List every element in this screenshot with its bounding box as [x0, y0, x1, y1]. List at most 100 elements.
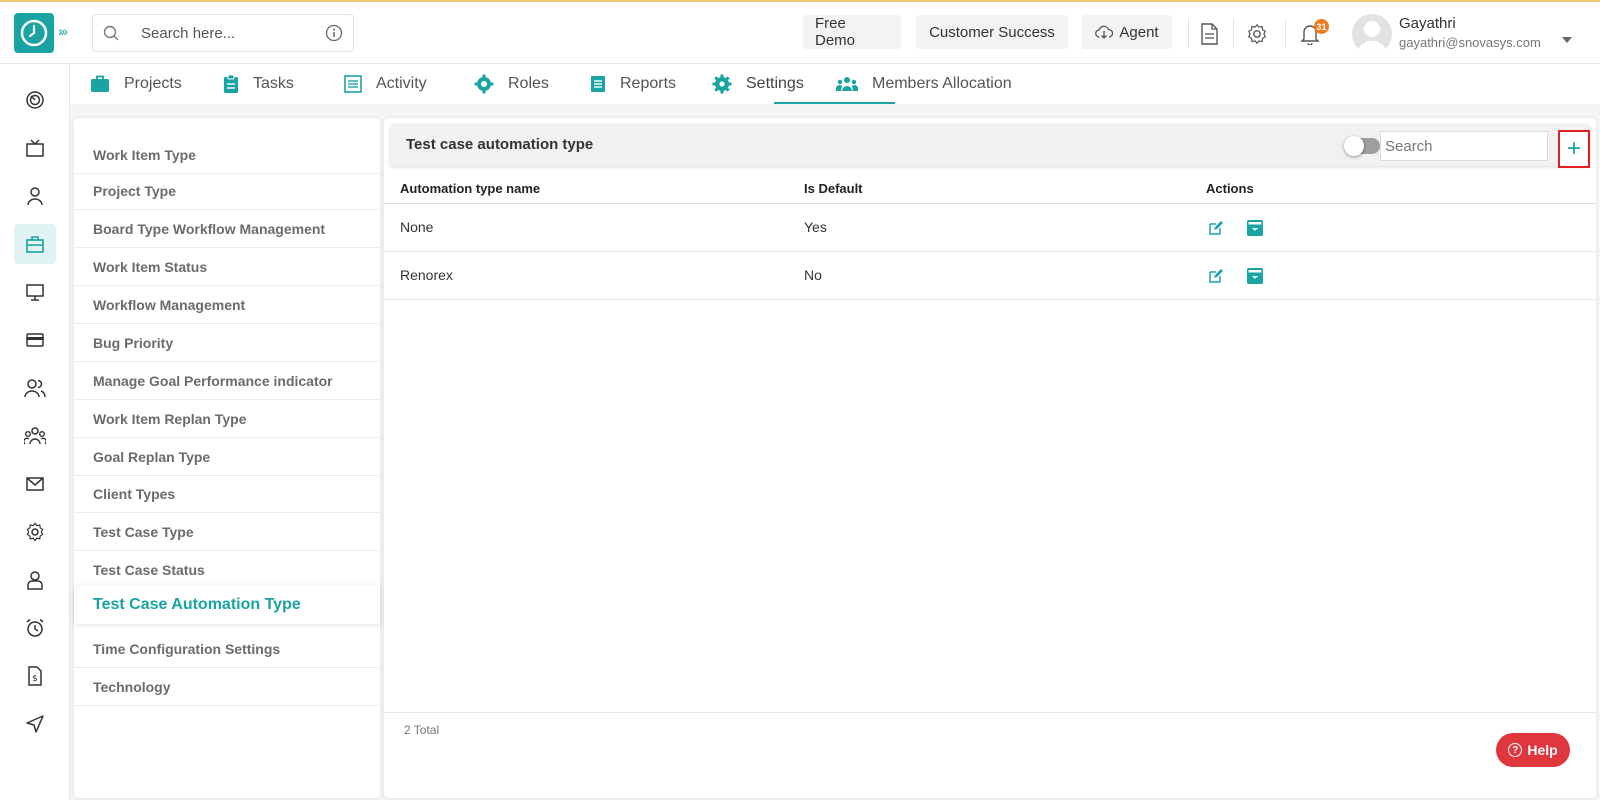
avatar[interactable] — [1352, 14, 1392, 54]
customer-success-button[interactable]: Customer Success — [916, 15, 1068, 49]
settings-menu-item[interactable]: Bug Priority — [74, 324, 380, 362]
tab-bar: Projects Tasks Activity Roles Reports Se… — [70, 64, 1600, 104]
app-logo[interactable] — [14, 13, 54, 53]
svg-text:$: $ — [32, 674, 38, 684]
header-divider — [1233, 18, 1234, 48]
is-default-value: Yes — [804, 219, 827, 235]
settings-menu-item[interactable]: Manage Goal Performance indicator — [74, 362, 380, 400]
tab-settings[interactable]: Settings — [712, 64, 804, 104]
user-name: Gayathri — [1399, 15, 1456, 32]
settings-menu-item[interactable]: Test Case Automation Type — [74, 586, 380, 624]
table-row: Renorex No — [384, 252, 1596, 300]
global-search — [92, 14, 354, 52]
tab-label: Roles — [508, 75, 549, 92]
archive-icon[interactable] — [1246, 219, 1264, 237]
settings-menu-item[interactable]: Goal Replan Type — [74, 438, 380, 476]
total-count: 2 Total — [404, 723, 440, 737]
list-icon — [344, 75, 362, 93]
is-default-value: No — [804, 267, 822, 283]
archive-icon[interactable] — [1246, 267, 1264, 285]
global-search-input[interactable] — [141, 24, 321, 42]
settings-menu-item[interactable]: Test Case Status — [74, 551, 380, 589]
user-email: gayathri@snovasys.com — [1399, 35, 1541, 50]
expand-sidebar-icon[interactable]: ››› — [58, 23, 68, 39]
settings-menu-item[interactable]: Time Configuration Settings — [74, 630, 380, 668]
team-icon[interactable] — [14, 416, 56, 456]
mail-icon[interactable] — [14, 464, 56, 504]
briefcase-icon[interactable] — [14, 224, 56, 264]
automation-type-name: Renorex — [400, 267, 453, 283]
table-row: None Yes — [384, 204, 1596, 252]
tab-label: Projects — [124, 75, 182, 92]
settings-menu-item[interactable]: Work Item Status — [74, 248, 380, 286]
edit-icon[interactable] — [1207, 267, 1225, 285]
archive-toggle[interactable] — [1344, 136, 1380, 156]
dashboard-icon[interactable] — [14, 80, 56, 120]
active-tab-indicator — [774, 102, 895, 104]
alarm-icon[interactable] — [14, 608, 56, 648]
header-divider — [1285, 18, 1286, 48]
team-icon — [836, 76, 858, 92]
sidebar: $ — [0, 64, 70, 800]
tab-label: Members Allocation — [872, 75, 1012, 92]
settings-menu-item[interactable]: Workflow Management — [74, 286, 380, 324]
cog-icon — [474, 74, 494, 94]
cloud-download-icon — [1095, 25, 1114, 39]
free-demo-button[interactable]: Free Demo — [803, 15, 901, 49]
card-icon[interactable] — [14, 320, 56, 360]
settings-menu: Work Item Type Project Type Board Type Wor… — [74, 118, 380, 798]
search-icon — [103, 24, 121, 42]
page-title: Test case automation type — [406, 136, 594, 153]
tab-reports[interactable]: Reports — [590, 64, 676, 104]
header-divider — [1188, 18, 1189, 48]
agent-button-label: Agent — [1119, 23, 1159, 41]
tab-tasks[interactable]: Tasks — [223, 64, 294, 104]
settings-menu-item[interactable]: Technology — [74, 668, 380, 706]
send-icon[interactable] — [14, 704, 56, 744]
monitor-icon[interactable] — [14, 272, 56, 312]
main-panel: Test case automation type + Automation t… — [384, 118, 1596, 798]
tab-roles[interactable]: Roles — [474, 64, 549, 104]
column-header[interactable]: Automation type name — [400, 181, 540, 196]
settings-menu-item[interactable]: Work Item Type — [74, 136, 380, 174]
tab-projects[interactable]: Projects — [90, 64, 182, 104]
help-label: Help — [1527, 742, 1558, 758]
settings-menu-item[interactable]: Test Case Type — [74, 513, 380, 551]
gear-icon[interactable] — [1245, 22, 1269, 46]
info-icon[interactable] — [325, 24, 343, 47]
notification-badge: 31 — [1314, 19, 1329, 34]
tab-members-allocation[interactable]: Members Allocation — [836, 64, 1012, 104]
gear-icon — [712, 74, 732, 94]
tab-label: Tasks — [253, 75, 294, 92]
search-input[interactable] — [1380, 131, 1548, 161]
profile-icon[interactable] — [14, 560, 56, 600]
tab-label: Settings — [746, 75, 804, 92]
settings-menu-item[interactable]: Work Item Replan Type — [74, 400, 380, 438]
app-header: ››› Free Demo Customer Success Agent 31 … — [0, 2, 1600, 64]
report-icon — [590, 75, 606, 93]
settings-icon[interactable] — [14, 512, 56, 552]
document-icon[interactable] — [1197, 22, 1221, 46]
clipboard-icon — [223, 75, 239, 93]
panel-header: Test case automation type + — [390, 124, 1590, 168]
settings-menu-item[interactable]: Client Types — [74, 475, 380, 513]
chevron-down-icon[interactable] — [1562, 30, 1572, 48]
tab-label: Reports — [620, 75, 677, 92]
tab-activity[interactable]: Activity — [344, 64, 427, 104]
settings-menu-item[interactable]: Project Type — [74, 172, 380, 210]
table-footer-divider — [384, 712, 1596, 713]
question-icon: ? — [1508, 743, 1523, 757]
users-icon[interactable] — [14, 368, 56, 408]
invoice-icon[interactable]: $ — [14, 656, 56, 696]
user-icon[interactable] — [14, 176, 56, 216]
agent-button[interactable]: Agent — [1082, 15, 1172, 49]
clock-logo-icon — [20, 19, 48, 47]
settings-menu-item[interactable]: Board Type Workflow Management — [74, 210, 380, 248]
help-button[interactable]: ? Help — [1496, 733, 1570, 767]
briefcase-icon — [90, 75, 110, 93]
tv-icon[interactable] — [14, 128, 56, 168]
toggle-knob — [1344, 136, 1364, 156]
column-header[interactable]: Is Default — [804, 181, 863, 196]
edit-icon[interactable] — [1207, 219, 1225, 237]
add-button[interactable]: + — [1558, 130, 1590, 168]
